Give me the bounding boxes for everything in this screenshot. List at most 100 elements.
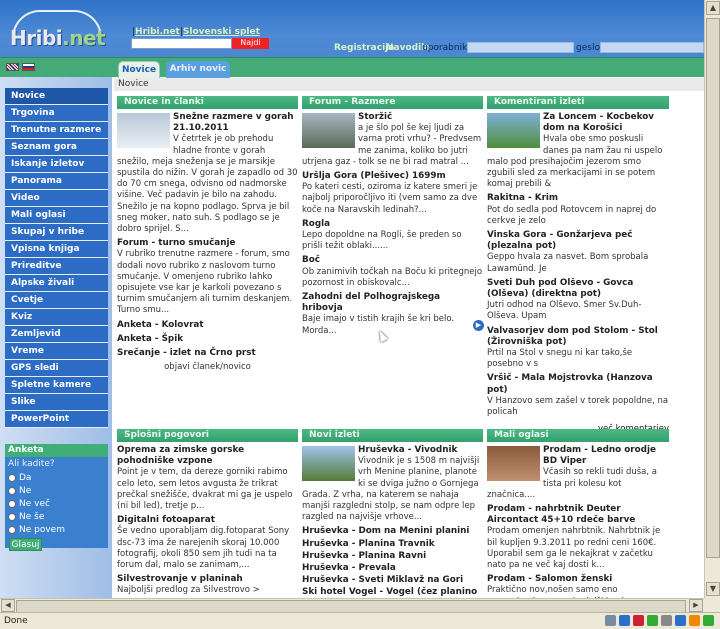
username-field[interactable] — [467, 42, 574, 53]
entry-image[interactable] — [117, 113, 170, 148]
vertical-scrollbar[interactable]: ▲ ▼ — [704, 0, 720, 598]
search-button[interactable]: Najdi — [232, 38, 269, 49]
trip-link[interactable]: Hruševka - Dom na Menini planini — [302, 526, 483, 537]
sidebar-item[interactable]: Video — [5, 190, 108, 207]
entry-image[interactable] — [487, 113, 540, 148]
sidebar-item[interactable]: Iskanje izletov — [5, 156, 108, 173]
sidebar-item[interactable]: Trgovina — [5, 105, 108, 122]
publish-link[interactable]: objavi članek/novico — [117, 362, 298, 373]
breadcrumb: Novice — [114, 78, 704, 91]
poll-option[interactable]: Ne še — [5, 510, 108, 523]
radio-button[interactable] — [8, 473, 16, 482]
scroll-up-icon[interactable]: ▲ — [706, 1, 720, 15]
script-icon[interactable] — [661, 615, 672, 626]
entry-title[interactable]: Rakitna - Krim — [487, 193, 669, 204]
trip-link[interactable]: Hruševka - Sveti Miklavž na Gori — [302, 575, 483, 586]
poll-option[interactable]: Ne — [5, 484, 108, 497]
poll-option[interactable]: Da — [5, 471, 108, 484]
sidebar-item[interactable]: Vpisna knjiga — [5, 241, 108, 258]
radio-button[interactable] — [8, 525, 16, 534]
entry-title[interactable]: Prodam - nahrbtnik Deuter Aircontact 45+… — [487, 504, 669, 526]
entry-title[interactable]: Forum - turno smučanje — [117, 238, 298, 249]
entry-title[interactable]: Prodam - Salomon ženski — [487, 574, 669, 585]
poll-option-label: Ne več — [19, 498, 50, 509]
tab-arhiv-novic[interactable]: Arhiv novic — [166, 61, 230, 78]
vertical-scroll-thumb[interactable] — [706, 18, 720, 558]
font-icon[interactable] — [675, 615, 686, 626]
entry-title[interactable]: Vinska Gora - Gonžarjeva peč (plezalna p… — [487, 230, 669, 252]
entry-text: Baje imajo v tistih krajih še kri belo. … — [302, 314, 455, 336]
entry-title[interactable]: Silvestrovanje v planinah — [117, 574, 298, 585]
entry-title[interactable]: Valvasorjev dom pod Stolom - Stol (Žirov… — [487, 326, 669, 348]
link-hribi-net[interactable]: Hribi.net — [135, 27, 180, 37]
link-slovenski-splet[interactable]: Slovenski splet — [183, 27, 260, 37]
sidebar-item[interactable]: Panorama — [5, 173, 108, 190]
entry-title[interactable]: Anketa - Špik — [117, 334, 298, 345]
sidebar-item[interactable]: Skupaj v hribe — [5, 224, 108, 241]
radio-button[interactable] — [8, 486, 16, 495]
hribi-logo[interactable]: Hribi.net — [4, 4, 122, 52]
entry-title[interactable]: Sveti Duh pod Olševo - Govca (Olševa) (d… — [487, 278, 669, 300]
next-arrow-icon[interactable]: ▶ — [473, 320, 484, 331]
list-item: Rakitna - Krim Pot do sedla pod Rotovcem … — [487, 193, 669, 227]
poll-vote-button[interactable]: Glasuj — [9, 538, 42, 551]
entry-text: Point je v tem, da dereze gorniki rabimo… — [117, 467, 293, 512]
status-ok-icon[interactable] — [703, 615, 714, 626]
sidebar-item[interactable]: GPS sledi — [5, 360, 108, 377]
english-flag-icon[interactable] — [6, 63, 19, 71]
sidebar-item[interactable]: Slike — [5, 394, 108, 411]
sidebar-item[interactable]: Cvetje — [5, 292, 108, 309]
radio-button[interactable] — [8, 512, 16, 521]
sidebar-item[interactable]: Zemljevid — [5, 326, 108, 343]
entry-image[interactable] — [487, 446, 540, 481]
entry-title[interactable]: Boč — [302, 255, 483, 266]
poll-box: Anketa Ali kadite? Da Ne Ne več Ne še Ne pov… — [5, 444, 108, 551]
adblock-icon[interactable] — [633, 615, 644, 626]
sidebar-item[interactable]: Vreme — [5, 343, 108, 360]
password-field[interactable] — [600, 42, 704, 53]
entry-title[interactable]: Srečanje - izlet na Črno prst — [117, 348, 298, 359]
scroll-down-icon[interactable]: ▼ — [706, 582, 720, 596]
search-input[interactable] — [131, 38, 232, 49]
trip-link[interactable]: Hruševka - Prevala — [302, 563, 483, 574]
sidebar-item[interactable]: Seznam gora — [5, 139, 108, 156]
trip-link[interactable]: Ski hotel Vogel - Vogel (čez planino Zad… — [302, 587, 483, 598]
entry-title[interactable]: Rogla — [302, 219, 483, 230]
entry-title[interactable]: Uršlja Gora (Plešivec) 1699m — [302, 171, 483, 182]
sidebar-item[interactable]: Kviz — [5, 309, 108, 326]
page-icon[interactable] — [605, 615, 616, 626]
tab-novice[interactable]: Novice — [118, 61, 160, 78]
entry-title[interactable]: Zahodni del Polhograjskega hribovja — [302, 292, 483, 314]
horizontal-scrollbar[interactable]: ◀ ▶ — [0, 598, 704, 613]
poll-option[interactable]: Ne povem — [5, 523, 108, 536]
sidebar-item[interactable]: Prireditve — [5, 258, 108, 275]
mali-oglasi-header: Mali oglasi — [487, 429, 669, 442]
scroll-left-icon[interactable]: ◀ — [1, 599, 15, 612]
entry-title[interactable]: Anketa - Kolovrat — [117, 320, 298, 331]
sidebar-item[interactable]: Novice — [5, 88, 108, 105]
sidebar-item[interactable]: Mali oglasi — [5, 207, 108, 224]
entry-title[interactable]: Vršič - Mala Mojstrovka (Hanzova pot) — [487, 373, 669, 395]
security-icon[interactable] — [619, 615, 630, 626]
entry-title[interactable]: Oprema za zimske gorske pohodniške vzpon… — [117, 445, 298, 467]
trip-link[interactable]: Hruševka - Planina Ravni — [302, 551, 483, 562]
list-item: Prodam - Salomon ženski Praktično nov,noš… — [487, 574, 669, 598]
sidebar-item[interactable]: PowerPoint — [5, 411, 108, 428]
feed-icon[interactable] — [689, 615, 700, 626]
trip-link[interactable]: Hruševka - Planina Travnik — [302, 539, 483, 550]
radio-button[interactable] — [8, 499, 16, 508]
list-item: Storžič a je šlo pol še kej ljudi za varn… — [302, 112, 483, 168]
poll-option[interactable]: Ne več — [5, 497, 108, 510]
sidebar-item[interactable]: Trenutne razmere — [5, 122, 108, 139]
scroll-right-icon[interactable]: ▶ — [689, 599, 703, 612]
sidebar-item[interactable]: Spletne kamere — [5, 377, 108, 394]
poll-option-label: Ne — [19, 485, 32, 496]
sidebar-item[interactable]: Alpske živali — [5, 275, 108, 292]
entry-image[interactable] — [302, 113, 355, 148]
entry-text: V Hanzovo sem zašel v torek popoldne, na… — [487, 395, 669, 418]
entry-image[interactable] — [302, 446, 355, 481]
slovenian-flag-icon[interactable] — [22, 63, 35, 71]
addon-icon[interactable] — [647, 615, 658, 626]
entry-title[interactable]: Digitalni fotoaparat — [117, 515, 298, 526]
list-item: Vršič - Mala Mojstrovka (Hanzova pot) V H… — [487, 373, 669, 418]
